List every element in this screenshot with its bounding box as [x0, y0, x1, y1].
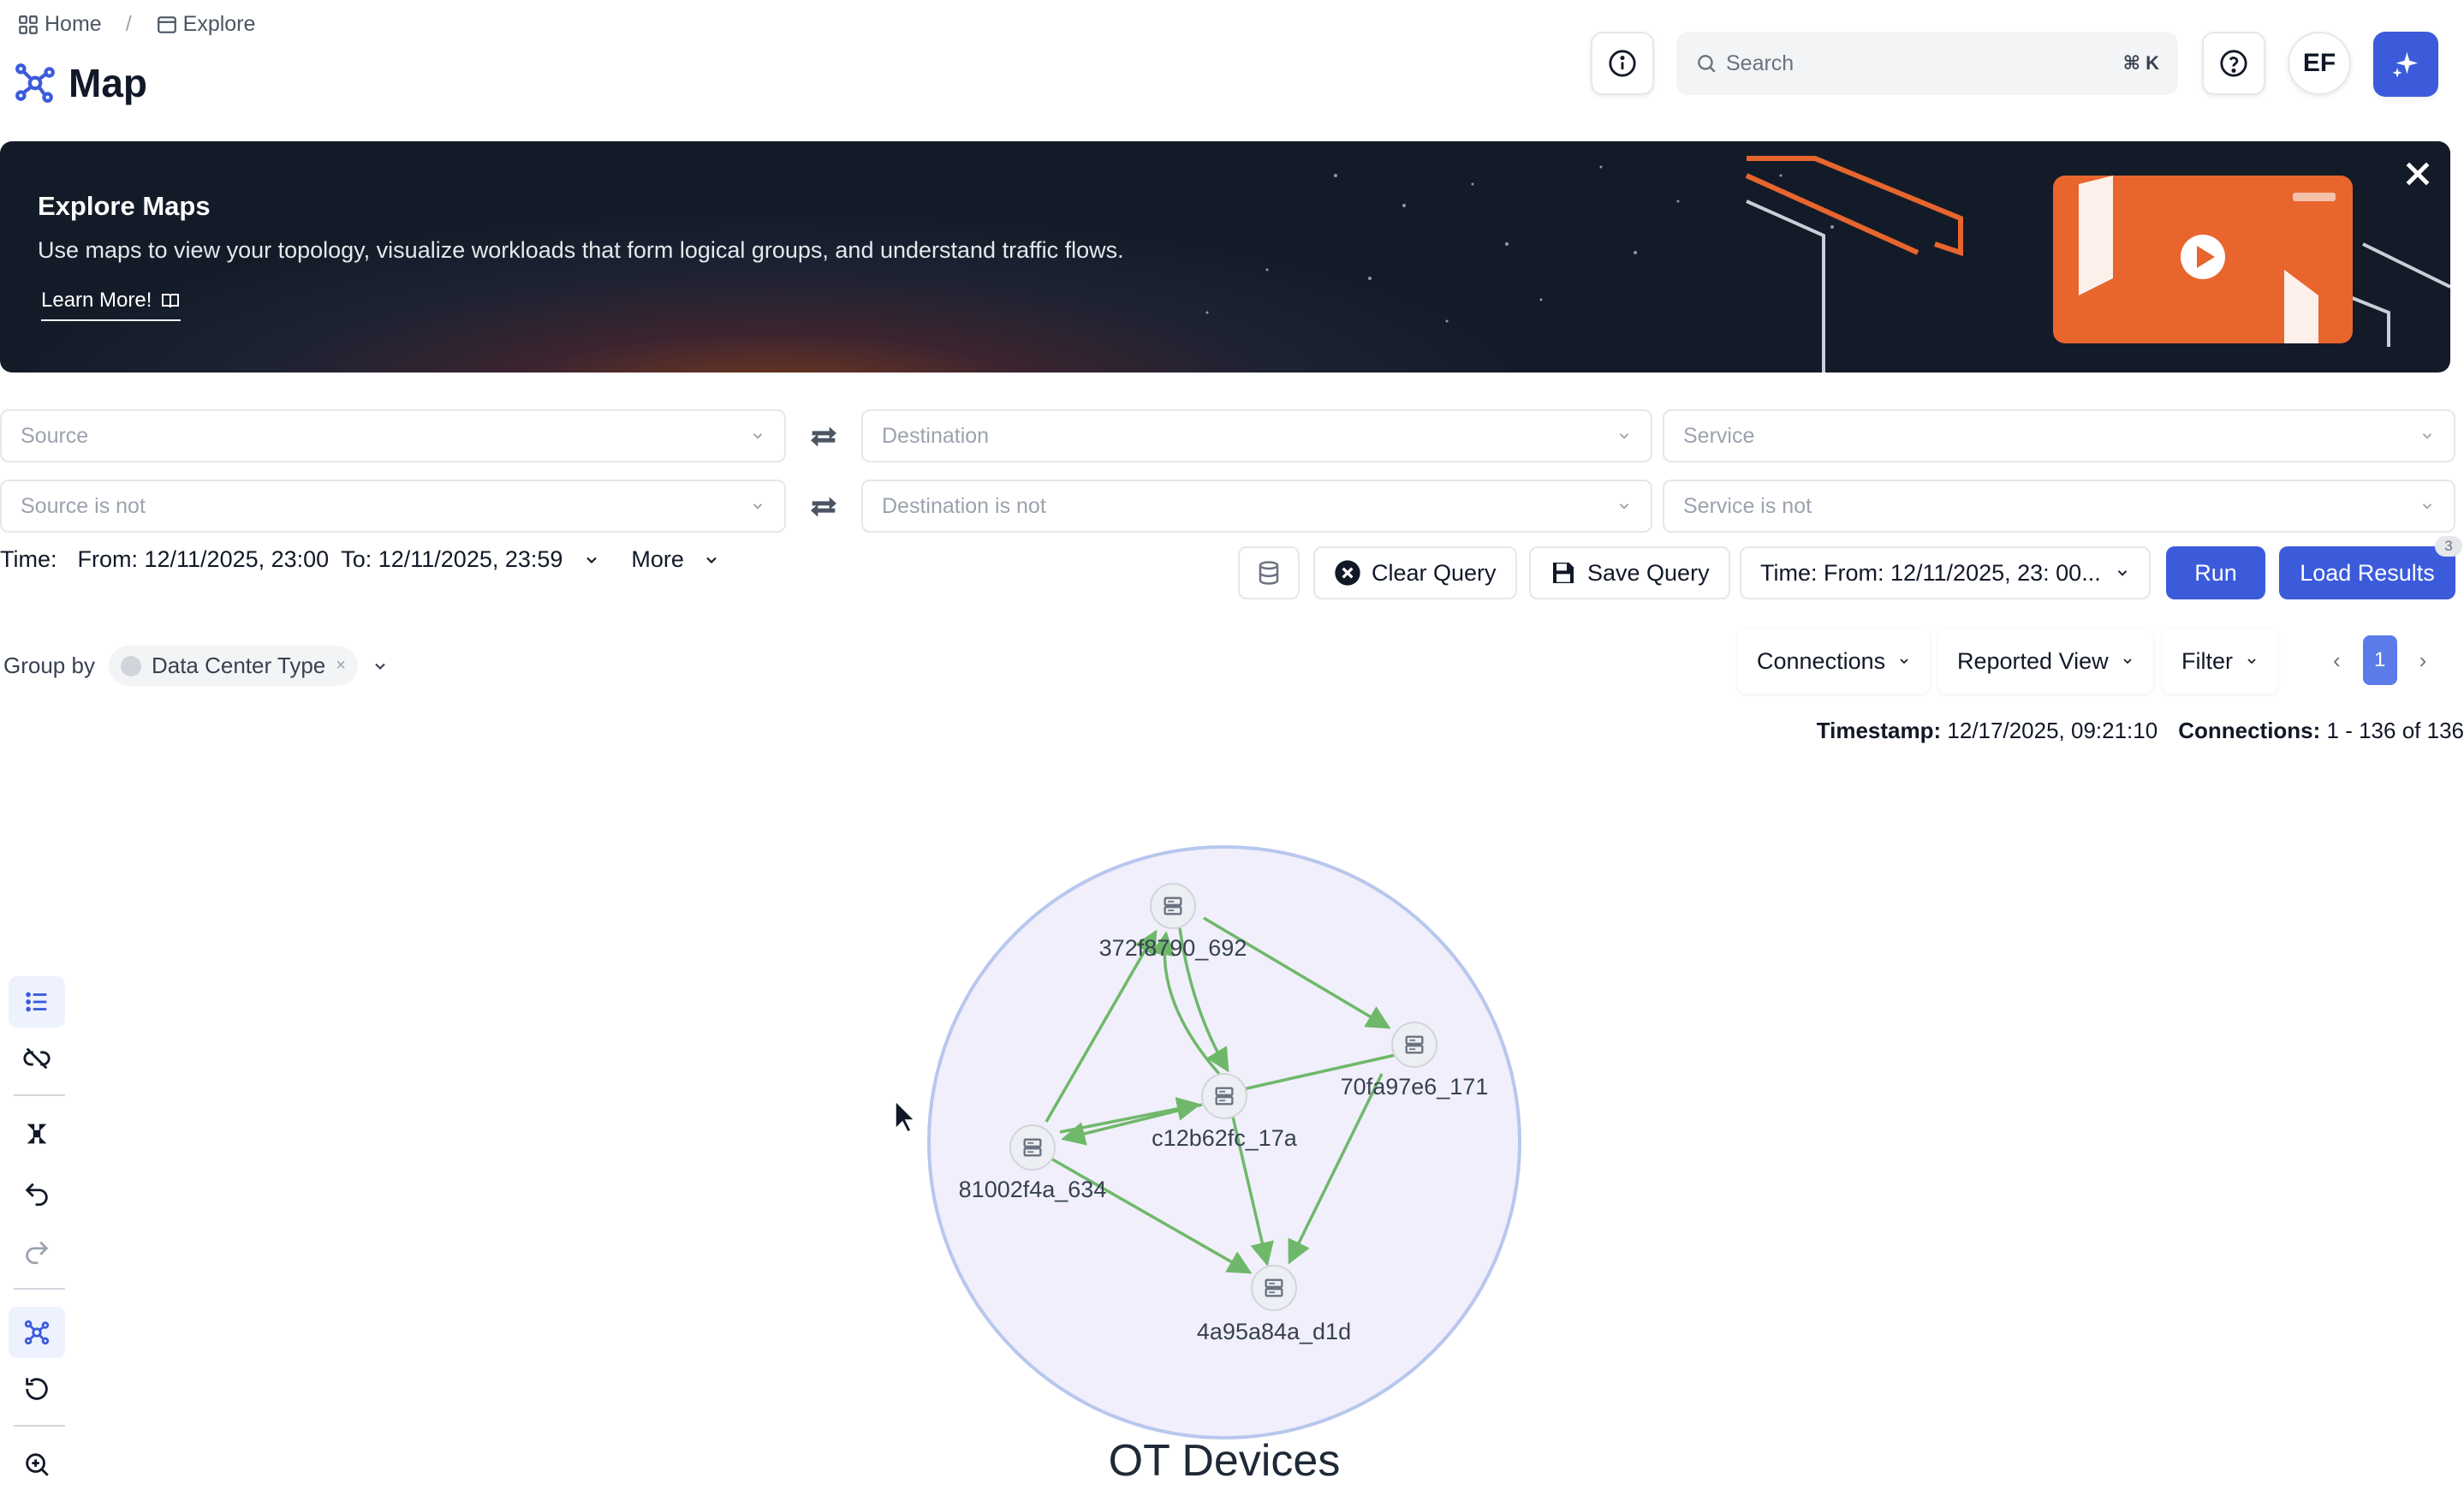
- node-label: c12b62fc_17a: [1152, 1125, 1297, 1151]
- node-70fa97e6_171[interactable]: [1391, 1022, 1437, 1068]
- node-372f8790_692[interactable]: [1150, 883, 1196, 929]
- node-4a95a84a_d1d[interactable]: [1251, 1265, 1297, 1311]
- node-label: 372f8790_692: [1098, 935, 1247, 961]
- group-label: OT Devices: [1108, 1436, 1341, 1486]
- topology-map[interactable]: [0, 0, 2464, 1502]
- node-label: 70fa97e6_171: [1340, 1074, 1489, 1100]
- node-c12b62fc_17a[interactable]: [1201, 1073, 1247, 1119]
- mouse-cursor-icon: [895, 1100, 916, 1134]
- node-label: 81002f4a_634: [958, 1177, 1107, 1202]
- node-label: 4a95a84a_d1d: [1196, 1319, 1352, 1344]
- node-81002f4a_634[interactable]: [1009, 1124, 1056, 1171]
